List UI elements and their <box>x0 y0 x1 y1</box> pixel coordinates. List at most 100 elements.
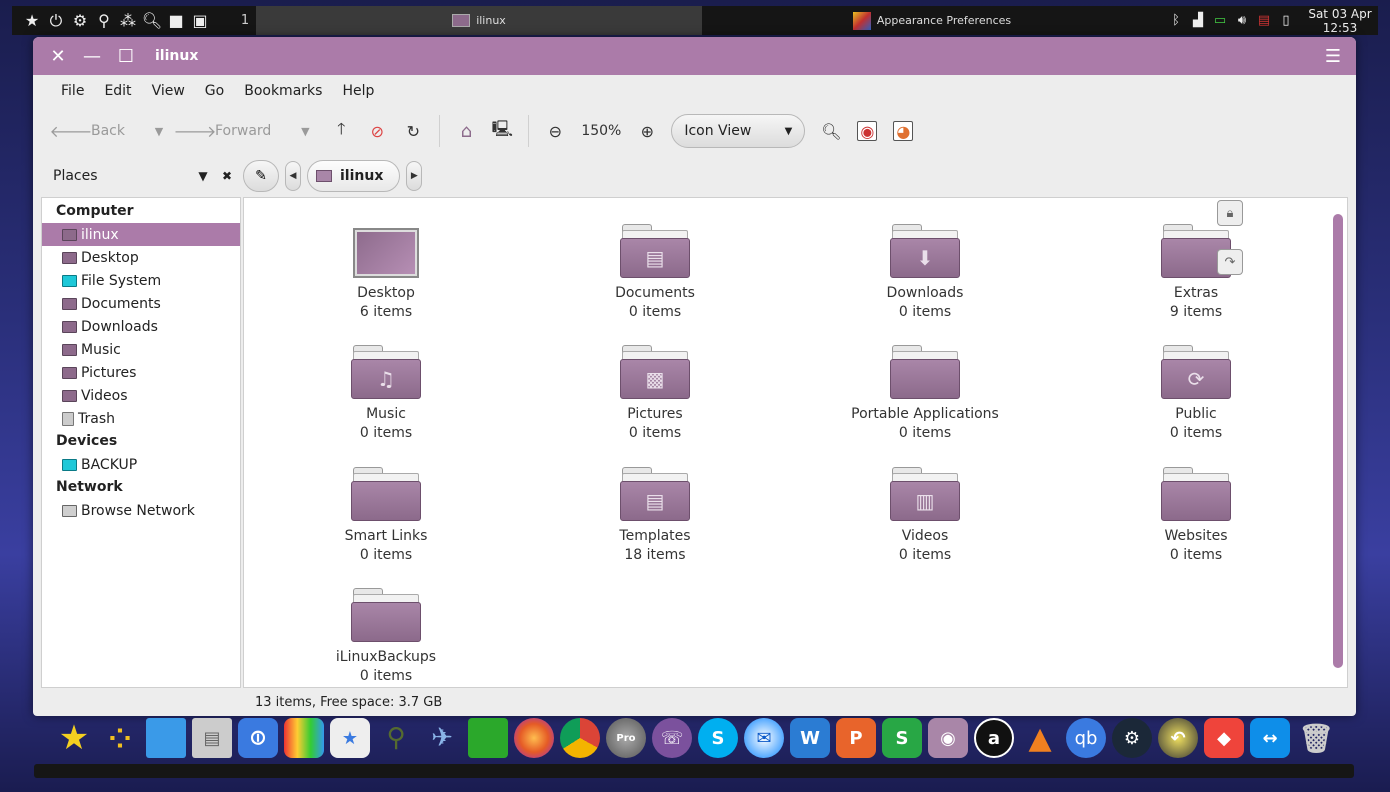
qbittorrent-icon[interactable]: qb <box>1066 718 1106 758</box>
chrome-icon[interactable] <box>560 718 600 758</box>
hamburger-menu-icon[interactable]: ☰ <box>1316 37 1350 75</box>
toggle-icon[interactable]: ⚙ <box>70 11 90 31</box>
disk-usage-button[interactable]: ◉ <box>849 115 885 147</box>
firefox-icon[interactable] <box>514 718 554 758</box>
rocket-icon[interactable]: ✈ <box>422 718 462 758</box>
file-item-desktop[interactable]: Desktop 6 items <box>286 224 486 322</box>
titlebar[interactable]: ✕ — ☐ ilinux ☰ <box>33 37 1356 75</box>
file-item-ilinuxbackups[interactable]: iLinuxBackups 0 items <box>286 588 486 686</box>
sidebar-item-music[interactable]: Music <box>42 338 240 361</box>
file-item-public[interactable]: ⟳ Public 0 items <box>1096 345 1296 443</box>
file-item-extras[interactable]: Extras 9 items <box>1096 224 1296 322</box>
search-icon[interactable]: 🔍︎ <box>142 11 162 31</box>
window-icon[interactable]: ▣ <box>190 11 210 31</box>
view-mode-select[interactable]: Icon View ▼ <box>671 114 806 148</box>
menu-file[interactable]: File <box>51 83 94 99</box>
trash-icon[interactable]: 🗑︎ <box>1296 718 1336 758</box>
folder-icon[interactable]: ■ <box>166 11 186 31</box>
star-icon[interactable]: ★ <box>22 11 42 31</box>
home-button[interactable]: ⌂ <box>448 115 484 147</box>
vertical-scrollbar[interactable] <box>1333 214 1343 668</box>
maximize-icon[interactable]: ☐ <box>109 37 143 75</box>
close-sidebar-icon[interactable]: ✖ <box>215 169 239 183</box>
breadcrumb[interactable]: ilinux <box>307 160 401 192</box>
file-item-websites[interactable]: Websites 0 items <box>1096 467 1296 565</box>
zoom-level[interactable]: 150% <box>573 115 629 147</box>
sidebar-item-pictures[interactable]: Pictures <box>42 361 240 384</box>
file-item-smart-links[interactable]: Smart Links 0 items <box>286 467 486 565</box>
zoom-in-button[interactable]: ⊕ <box>629 115 665 147</box>
sidebar-item-downloads[interactable]: Downloads <box>42 315 240 338</box>
thunderbird-icon[interactable]: ✉ <box>744 718 784 758</box>
clock[interactable]: Sat 03 Apr 12:53 <box>1302 7 1378 35</box>
menu-edit[interactable]: Edit <box>94 83 141 99</box>
forward-button[interactable]: 🡒 Forward ▼ <box>174 115 323 147</box>
sidebar-item-desktop[interactable]: Desktop <box>42 246 240 269</box>
vlc-icon[interactable]: ▲ <box>1020 718 1060 758</box>
battery-icon[interactable]: ▭ <box>1212 11 1228 31</box>
writer-icon[interactable]: W <box>790 718 830 758</box>
star-icon[interactable]: ★ <box>54 718 94 758</box>
pipe-icon[interactable] <box>468 718 508 758</box>
volume-icon[interactable]: 🔊︎ <box>1234 11 1250 31</box>
places-label[interactable]: Places <box>53 168 98 184</box>
chevron-down-icon[interactable]: ▼ <box>191 169 215 183</box>
file-item-templates[interactable]: ▤ Templates 18 items <box>555 467 755 565</box>
network-icon[interactable]: ⁂ <box>118 11 138 31</box>
sidebar-item-videos[interactable]: Videos <box>42 384 240 407</box>
cabinet-icon[interactable]: ▤ <box>192 718 232 758</box>
menu-view[interactable]: View <box>142 83 195 99</box>
skype-icon[interactable]: S <box>698 718 738 758</box>
steam-icon[interactable]: ⚙ <box>1112 718 1152 758</box>
sidebar-item-trash[interactable]: Trash <box>42 407 240 430</box>
camera-icon[interactable]: ◉ <box>928 718 968 758</box>
edit-location-button[interactable]: ✎ <box>243 160 279 192</box>
dots-icon[interactable]: ⁘ <box>100 718 140 758</box>
chevron-down-icon[interactable]: ▼ <box>149 121 169 141</box>
taskbar-item-appearance[interactable]: Appearance Preferences <box>702 6 1162 35</box>
search-button[interactable]: 🔍︎ <box>813 115 849 147</box>
bluetooth-icon[interactable]: ᛒ <box>1168 11 1184 31</box>
path-left-button[interactable]: ◀ <box>285 161 301 191</box>
flag-icon[interactable]: ▤ <box>1256 11 1272 31</box>
reload-button[interactable]: ↻ <box>395 115 431 147</box>
spreadsheet-icon[interactable]: S <box>882 718 922 758</box>
sidebar-item-ilinux[interactable]: ilinux <box>42 223 240 246</box>
power-icon[interactable]: ⏻ <box>46 11 66 31</box>
binoculars-icon[interactable]: ⚲ <box>376 718 416 758</box>
clipboard-icon[interactable]: ▯ <box>1278 11 1294 31</box>
sidebar-item-backup[interactable]: BACKUP <box>42 453 240 476</box>
sidebar-item-browse-network[interactable]: Browse Network <box>42 499 240 522</box>
file-item-downloads[interactable]: ⬇ Downloads 0 items <box>825 224 1025 322</box>
presentation-icon[interactable]: P <box>836 718 876 758</box>
chevron-down-icon[interactable]: ▼ <box>295 121 315 141</box>
palette-icon[interactable] <box>284 718 324 758</box>
file-item-videos[interactable]: ▥ Videos 0 items <box>825 467 1025 565</box>
store-icon[interactable]: ★ <box>330 718 370 758</box>
file-item-pictures[interactable]: ▩ Pictures 0 items <box>555 345 755 443</box>
amazon-icon[interactable]: a <box>974 718 1014 758</box>
signal-icon[interactable]: ▟ <box>1190 11 1206 31</box>
back-button[interactable]: 🡐 Back ▼ <box>50 115 177 147</box>
close-icon[interactable]: ✕ <box>41 37 75 75</box>
sidebar-item-documents[interactable]: Documents <box>42 292 240 315</box>
backup-icon[interactable]: ↶ <box>1158 718 1198 758</box>
earth-pro-icon[interactable]: Pro <box>606 718 646 758</box>
zoom-out-button[interactable]: ⊖ <box>537 115 573 147</box>
menu-bookmarks[interactable]: Bookmarks <box>234 83 332 99</box>
toggle-icon[interactable]: ⏼ <box>238 718 278 758</box>
color-button[interactable]: ◕ <box>885 115 921 147</box>
menu-go[interactable]: Go <box>195 83 234 99</box>
viber-icon[interactable]: ☏ <box>652 718 692 758</box>
menu-help[interactable]: Help <box>332 83 384 99</box>
up-button[interactable]: 🡑 <box>323 115 359 147</box>
minimize-icon[interactable]: — <box>75 37 109 75</box>
file-item-documents[interactable]: ▤ Documents 0 items <box>555 224 755 322</box>
stop-button[interactable]: ⊘ <box>359 115 395 147</box>
path-right-button[interactable]: ▶ <box>406 161 423 191</box>
taskbar-item-ilinux[interactable]: ilinux <box>256 6 702 35</box>
anydesk-icon[interactable]: ◆ <box>1204 718 1244 758</box>
computer-button[interactable]: 🖳 <box>484 115 520 147</box>
binoculars-icon[interactable]: ⚲ <box>94 11 114 31</box>
file-item-portable-applications[interactable]: Portable Applications 0 items <box>825 345 1025 443</box>
